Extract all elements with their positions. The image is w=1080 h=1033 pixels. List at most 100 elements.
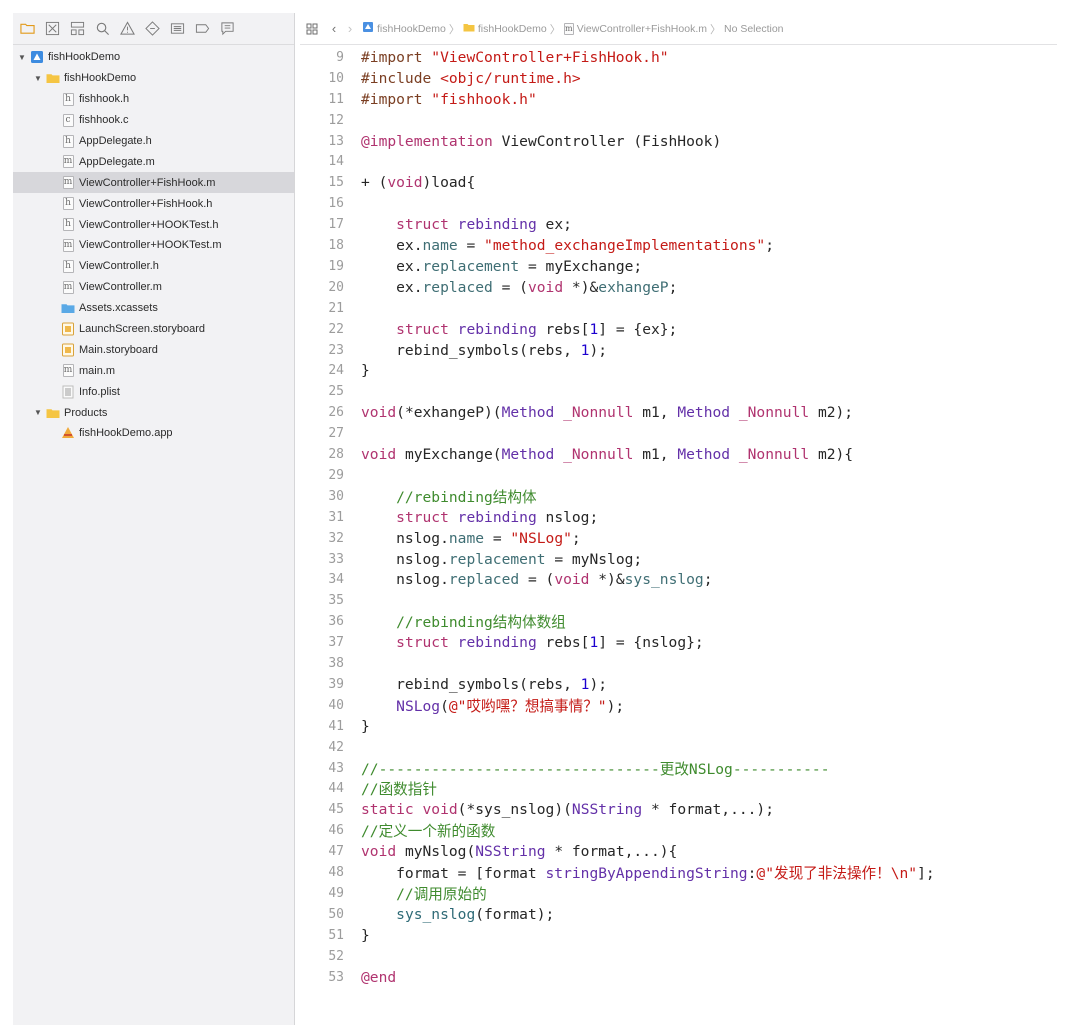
search-icon[interactable]: [92, 19, 112, 39]
code-line: 33 nslog.replacement = myNslog;: [300, 549, 642, 570]
code-token: #import: [361, 48, 432, 66]
code-editor[interactable]: ‹ › fishHookDemo 〉 fishHookDemo 〉 m View…: [300, 13, 1057, 1025]
code-token: @"哎哟嘿？想搞事情？": [448, 697, 607, 715]
disclosure-triangle-icon[interactable]: ▼: [33, 74, 43, 83]
source-control-icon[interactable]: [42, 19, 62, 39]
tree-item[interactable]: LaunchScreen.storyboard: [13, 319, 294, 340]
tree-item[interactable]: Info.plist: [13, 381, 294, 402]
code-token: "fishhook.h": [431, 90, 537, 108]
breadcrumb-group[interactable]: fishHookDemo: [463, 21, 547, 36]
code-token: exhangeP: [598, 278, 669, 296]
line-number: 53: [328, 969, 344, 985]
code-text: //调用原始的: [361, 883, 487, 904]
asset-catalog-icon: [61, 301, 75, 315]
test-icon[interactable]: [142, 19, 162, 39]
back-arrow-icon[interactable]: ‹: [326, 21, 342, 37]
code-line: 12: [300, 110, 344, 131]
code-text: rebind_symbols(rebs, 1);: [361, 676, 607, 693]
file-type-letter: m: [62, 280, 74, 294]
tree-item[interactable]: fishHookDemo.app: [13, 423, 294, 444]
code-token: _Nonnull: [563, 446, 634, 464]
tree-item[interactable]: m ViewController+FishHook.m: [13, 172, 294, 194]
code-token: rebind_symbols(rebs,: [361, 341, 581, 359]
code-token: * format,...);: [642, 801, 774, 819]
tree-item[interactable]: h fishhook.h: [13, 89, 294, 110]
code-text: ex.name = "method_exchangeImplementation…: [361, 237, 774, 254]
code-token: m1,: [633, 446, 678, 464]
breakpoint-icon[interactable]: [192, 19, 212, 39]
tree-item[interactable]: Assets.xcassets: [13, 298, 294, 319]
file-type-letter: m: [62, 364, 74, 378]
tree-item-label: LaunchScreen.storyboard: [79, 323, 205, 336]
breadcrumb-selection[interactable]: No Selection: [724, 23, 784, 35]
forward-arrow-icon[interactable]: ›: [342, 21, 358, 37]
code-line: 50 sys_nslog(format);: [300, 904, 554, 925]
code-line: 38: [300, 653, 344, 674]
disclosure-triangle-icon[interactable]: ▼: [17, 53, 27, 62]
report-icon[interactable]: [217, 19, 237, 39]
code-text: //rebinding结构体: [361, 486, 536, 507]
code-token: "NSLog": [510, 529, 572, 547]
code-line: 35: [300, 590, 344, 611]
warning-icon[interactable]: [117, 19, 137, 39]
code-text: nslog.replacement = myNslog;: [361, 551, 642, 568]
code-token: void: [361, 404, 397, 422]
tree-item[interactable]: m AppDelegate.m: [13, 151, 294, 172]
code-token: void: [527, 278, 564, 296]
code-text: }: [361, 718, 370, 735]
tree-item[interactable]: ▼ Products: [13, 402, 294, 423]
line-number: 31: [328, 509, 344, 525]
header-file-icon: h: [61, 134, 75, 148]
folder-icon[interactable]: [17, 19, 37, 39]
breadcrumb-project[interactable]: fishHookDemo: [362, 21, 446, 36]
tree-item[interactable]: m main.m: [13, 360, 294, 381]
file-type-letter: h: [62, 197, 74, 211]
code-line: 9 #import "ViewController+FishHook.h": [300, 47, 668, 68]
tree-item[interactable]: ▼ fishHookDemo: [13, 47, 294, 68]
tree-item-label: ViewController+FishHook.m: [79, 176, 216, 189]
file-type-letter: c: [62, 113, 74, 127]
line-number: 21: [328, 300, 344, 316]
related-items-icon[interactable]: [304, 21, 320, 37]
objc-file-icon: m: [61, 238, 75, 252]
code-token: //调用原始的: [361, 885, 487, 903]
tree-item[interactable]: h ViewController+FishHook.h: [13, 193, 294, 214]
code-token: "method_exchangeImplementations": [484, 237, 766, 255]
tree-item-label: ViewController.h: [79, 260, 159, 273]
tree-item[interactable]: h ViewController.h: [13, 256, 294, 277]
line-number: 46: [328, 823, 344, 839]
code-token: format = [format: [361, 865, 546, 883]
code-token: =: [484, 529, 511, 547]
code-token: name: [448, 529, 485, 547]
tree-item[interactable]: Main.storyboard: [13, 339, 294, 360]
tree-item[interactable]: m ViewController+HOOKTest.m: [13, 235, 294, 256]
header-file-icon: h: [61, 218, 75, 232]
tree-item[interactable]: ▼ fishHookDemo: [13, 68, 294, 89]
file-type-letter: h: [62, 218, 74, 232]
code-token: (*sys_nslog)(: [457, 801, 572, 819]
breadcrumb-separator: 〉: [709, 23, 721, 36]
code-token: myExchange(: [396, 446, 502, 464]
code-token: (: [440, 697, 449, 715]
line-number: 17: [328, 217, 344, 233]
code-text: ex.replaced = (void *)&exhangeP;: [361, 279, 677, 296]
code-line: 44 //函数指针: [300, 779, 437, 800]
hierarchy-icon[interactable]: [67, 19, 87, 39]
code-token: ] = {ex};: [598, 320, 678, 338]
code-token: rebs[: [536, 634, 590, 652]
disclosure-triangle-icon[interactable]: ▼: [33, 408, 43, 417]
tree-item[interactable]: m ViewController.m: [13, 277, 294, 298]
debug-icon[interactable]: [167, 19, 187, 39]
line-number: 26: [328, 405, 344, 421]
breadcrumb-file[interactable]: m ViewController+FishHook.m: [563, 22, 707, 35]
tree-item[interactable]: h AppDelegate.h: [13, 131, 294, 152]
tree-item[interactable]: h ViewController+HOOKTest.h: [13, 214, 294, 235]
line-number: 13: [328, 133, 344, 149]
line-number: 33: [328, 551, 344, 567]
code-line: 32 nslog.name = "NSLog";: [300, 528, 580, 549]
tree-item[interactable]: c fishhook.c: [13, 110, 294, 131]
tree-item-label: Main.storyboard: [79, 343, 158, 356]
